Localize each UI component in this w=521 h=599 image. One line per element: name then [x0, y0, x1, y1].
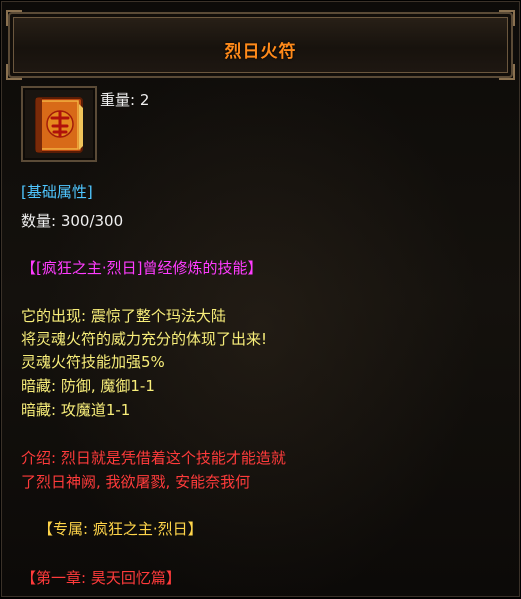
description-line: 将灵魂火符的威力充分的体现了出来! [21, 330, 268, 348]
quantity-row: 数量: 300/300 [21, 211, 123, 231]
weight-label: 重量: [100, 91, 140, 109]
chapter-tag: 【第一章: 昊天回忆篇】 [21, 569, 181, 587]
frame-corner [6, 10, 22, 26]
skill-header: 【[疯狂之主·烈日]曾经修炼的技能】 [21, 259, 263, 277]
section-header-basic-attributes: [基础属性] [21, 183, 93, 201]
frame-corner [6, 64, 22, 80]
exclusive-tag: 【专属: 疯狂之主·烈日】 [38, 520, 203, 538]
frame-corner [499, 64, 515, 80]
weight-row: 重量: 2 [100, 90, 149, 110]
weight-value: 2 [139, 91, 150, 109]
description-line: 暗藏: 攻魔道1-1 [21, 401, 131, 419]
description-line: 灵魂火符技能加强5% [21, 353, 165, 371]
description-line: 它的出现: 震惊了整个玛法大陆 [21, 307, 226, 325]
quantity-label: 数量: [21, 212, 61, 230]
frame-corner [499, 10, 515, 26]
description-line: 暗藏: 防御, 魔御1-1 [21, 377, 155, 395]
intro-line: 介绍: 烈日就是凭借着这个技能才能造就 [21, 449, 286, 467]
item-tooltip: 烈日火符 重量: 2 [基础属性] 数量: 300/300 【[疯狂之主·烈日]… [1, 1, 520, 597]
item-title: 烈日火符 [224, 42, 297, 62]
talisman-book-icon [35, 97, 83, 153]
intro-line: 了烈日神阙, 我欲屠戮, 安能奈我何 [21, 473, 251, 491]
item-icon-frame [21, 86, 97, 162]
quantity-value: 300/300 [60, 212, 124, 230]
title-bar: 烈日火符 [6, 10, 515, 80]
